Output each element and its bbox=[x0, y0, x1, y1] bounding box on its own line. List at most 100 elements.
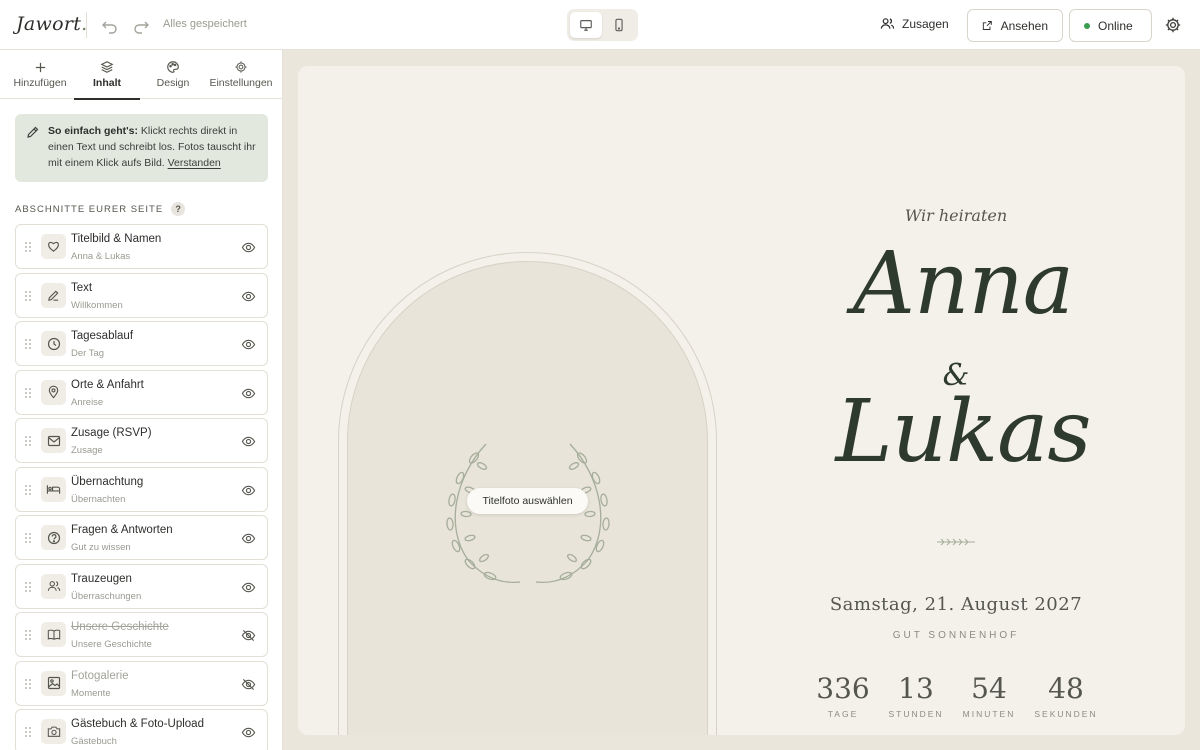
view-label: Ansehen bbox=[1000, 18, 1048, 33]
section-title: Fotogalerie bbox=[71, 669, 129, 682]
help-icon[interactable]: ? bbox=[171, 202, 186, 216]
venue-name[interactable]: GUT SONNENHOF bbox=[856, 630, 1056, 641]
section-subtitle: Übernachten bbox=[71, 493, 126, 505]
drag-handle-icon[interactable] bbox=[24, 338, 32, 350]
section-icon-box bbox=[41, 476, 66, 502]
eye-icon[interactable] bbox=[241, 289, 256, 304]
drag-handle-icon[interactable] bbox=[24, 678, 32, 690]
image-icon bbox=[47, 676, 60, 690]
partner-name-1[interactable]: Anna bbox=[803, 234, 1123, 334]
tab-content[interactable]: Inhalt bbox=[74, 50, 140, 100]
section-item[interactable]: Gästebuch & Foto-Upload Gästebuch bbox=[15, 709, 268, 750]
tab-label: Design bbox=[156, 77, 190, 89]
tab-add[interactable]: Hinzufügen bbox=[6, 50, 74, 99]
kicker-text[interactable]: Wir heiraten bbox=[856, 206, 1056, 225]
section-subtitle: Anreise bbox=[71, 396, 104, 408]
eye-icon[interactable] bbox=[241, 337, 256, 352]
eye-icon[interactable] bbox=[241, 434, 256, 449]
question-icon bbox=[47, 531, 60, 544]
tip-box: So einfach geht's: Klickt rechts direkt … bbox=[15, 114, 268, 182]
section-item[interactable]: Unsere Geschichte Unsere Geschichte bbox=[15, 612, 268, 657]
tab-label: Inhalt bbox=[93, 77, 121, 89]
pen-icon bbox=[27, 126, 39, 138]
section-item[interactable]: Fragen & Antworten Gut zu wissen bbox=[15, 515, 268, 560]
eye-icon[interactable] bbox=[241, 531, 256, 546]
eye-off-icon[interactable] bbox=[241, 628, 256, 643]
map-pin-icon bbox=[48, 385, 59, 399]
tab-settings[interactable]: Einstellungen bbox=[205, 50, 277, 99]
partner-name-2[interactable]: Lukas bbox=[803, 382, 1123, 482]
rsvp-button[interactable]: Zusagen bbox=[880, 16, 949, 31]
online-status-button[interactable]: Online bbox=[1069, 9, 1152, 42]
section-title: Text bbox=[71, 281, 93, 294]
drag-handle-icon[interactable] bbox=[24, 726, 32, 738]
plus-icon bbox=[35, 62, 45, 72]
logo[interactable]: Jawort. bbox=[16, 13, 88, 35]
section-item[interactable]: Übernachtung Übernachten bbox=[15, 466, 268, 512]
drag-handle-icon[interactable] bbox=[24, 484, 32, 496]
wedding-date[interactable]: Samstag, 21. August 2027 bbox=[806, 594, 1106, 615]
sections-heading: ABSCHNITTE EURER SEITE ? bbox=[15, 202, 186, 216]
section-title: Tagesablauf bbox=[71, 330, 134, 342]
external-link-icon bbox=[982, 21, 992, 30]
drag-handle-icon[interactable] bbox=[24, 629, 32, 641]
redo-icon[interactable] bbox=[131, 15, 151, 35]
countdown-label: TAGE bbox=[827, 709, 859, 719]
desktop-icon bbox=[580, 20, 592, 31]
section-subtitle: Unsere Geschichte bbox=[71, 639, 152, 650]
countdown-value: 336 bbox=[816, 672, 870, 705]
section-item[interactable]: Tagesablauf Der Tag bbox=[15, 321, 268, 366]
eye-icon[interactable] bbox=[241, 725, 256, 740]
drag-handle-icon[interactable] bbox=[24, 581, 32, 593]
section-icon-box bbox=[41, 622, 66, 647]
drag-handle-icon[interactable] bbox=[24, 532, 32, 544]
section-subtitle: Gästebuch bbox=[71, 736, 117, 747]
section-title: Gästebuch & Foto-Upload bbox=[71, 718, 204, 730]
section-icon-box bbox=[41, 331, 66, 356]
section-title: Titelbild & Namen bbox=[71, 233, 162, 245]
mobile-view-button[interactable] bbox=[603, 12, 635, 38]
section-item[interactable]: Zusage (RSVP) Zusage bbox=[15, 418, 268, 463]
drag-handle-icon[interactable] bbox=[24, 435, 32, 447]
countdown-value: 54 bbox=[971, 672, 1007, 705]
tip-dismiss-link[interactable]: Verstanden bbox=[168, 157, 221, 169]
desktop-view-button[interactable] bbox=[570, 12, 602, 38]
section-subtitle: Zusage bbox=[71, 445, 103, 456]
users-icon bbox=[880, 18, 895, 29]
section-item[interactable]: Fotogalerie Momente bbox=[15, 660, 268, 706]
eye-icon[interactable] bbox=[241, 483, 256, 498]
settings-gear-icon[interactable] bbox=[1164, 16, 1182, 34]
sprig-ornament-icon bbox=[937, 538, 975, 546]
section-subtitle: Momente bbox=[71, 687, 111, 699]
drag-handle-icon[interactable] bbox=[24, 387, 32, 399]
section-icon-box bbox=[41, 573, 66, 599]
section-title: Übernachtung bbox=[71, 475, 144, 488]
eye-off-icon[interactable] bbox=[241, 677, 256, 692]
countdown-days: 336 TAGE bbox=[803, 672, 883, 719]
tab-design[interactable]: Design bbox=[143, 50, 203, 99]
section-item[interactable]: Text Willkommen bbox=[15, 272, 268, 318]
section-icon-box bbox=[41, 282, 66, 308]
countdown-label: MINUTEN bbox=[962, 709, 1016, 719]
drag-handle-icon[interactable] bbox=[24, 241, 32, 253]
section-item[interactable]: Trauzeugen Überraschungen bbox=[15, 563, 268, 609]
view-button[interactable]: Ansehen bbox=[967, 9, 1063, 42]
eye-icon[interactable] bbox=[241, 386, 256, 401]
undo-icon[interactable] bbox=[100, 15, 120, 35]
device-toggle bbox=[567, 9, 638, 41]
select-cover-photo-button[interactable]: Titelfoto auswählen bbox=[467, 488, 588, 514]
users-icon bbox=[47, 581, 60, 591]
section-subtitle: Gut zu wissen bbox=[71, 542, 131, 553]
section-item[interactable]: Titelbild & Namen Anna & Lukas bbox=[15, 224, 268, 269]
sections-heading-text: ABSCHNITTE EURER SEITE bbox=[15, 203, 164, 215]
eye-icon[interactable] bbox=[241, 240, 256, 255]
section-icon-box bbox=[41, 428, 66, 453]
eye-icon[interactable] bbox=[241, 580, 256, 595]
clock-icon bbox=[47, 337, 60, 350]
section-icon-box bbox=[41, 670, 66, 696]
countdown-hours: 13 STUNDEN bbox=[876, 672, 956, 719]
drag-handle-icon[interactable] bbox=[24, 290, 32, 302]
section-item[interactable]: Orte & Anfahrt Anreise bbox=[15, 369, 268, 415]
section-title: Unsere Geschichte bbox=[71, 621, 169, 633]
bed-icon bbox=[46, 485, 61, 494]
